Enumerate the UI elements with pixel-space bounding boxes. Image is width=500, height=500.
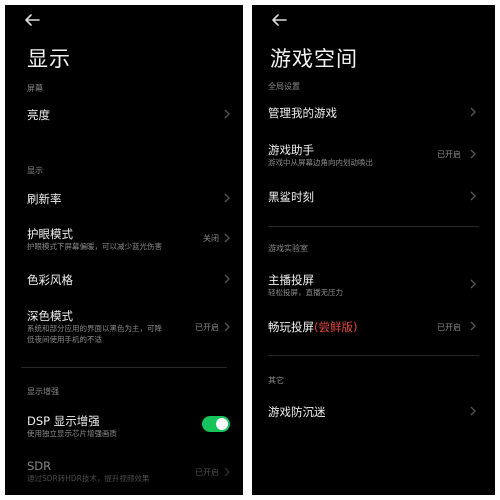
chevron-right-icon [470, 279, 476, 289]
chevron-right-icon [470, 191, 476, 201]
streamer-cast-description: 轻松投屏，直播无压力 [268, 288, 343, 297]
streamer-cast-row[interactable]: 主播投屏 轻松投屏，直播无压力 [252, 269, 495, 299]
screenshot-frame: 显示 屏幕 亮度 显示 刷新率 护眼模式 护眼模式下屏幕偏暖，可以减少蓝光伤害 … [0, 0, 500, 500]
streamer-cast-label: 主播投屏 [268, 273, 314, 287]
refresh-rate-row[interactable]: 刷新率 [5, 187, 243, 209]
manage-games-row[interactable]: 管理我的游戏 [252, 101, 495, 123]
dark-mode-description-line2: 低夜间使用手机的不适 [27, 335, 102, 344]
section-header-enhance: 显示增强 [27, 387, 59, 396]
back-arrow-icon[interactable] [270, 11, 288, 29]
chevron-right-icon [470, 406, 476, 416]
section-divider [268, 355, 479, 356]
sdr-hdr-label: SDR [27, 459, 52, 473]
back-arrow-icon[interactable] [23, 11, 41, 29]
section-header-display: 显示 [27, 166, 43, 175]
eye-protection-status: 关闭 [203, 234, 219, 243]
game-assistant-row[interactable]: 游戏助手 游戏中从屏幕边角向内划动唤出 已开启 [252, 139, 495, 169]
dsp-enhance-toggle[interactable] [202, 416, 230, 432]
game-space-panel: 游戏空间 全局设置 管理我的游戏 游戏助手 游戏中从屏幕边角向内划动唤出 已开启… [252, 5, 495, 495]
chevron-right-icon [224, 233, 230, 243]
play-cast-status: 已开启 [437, 323, 461, 332]
chevron-right-icon [224, 274, 230, 284]
dark-mode-status: 已开启 [195, 323, 219, 332]
dark-mode-description-line1: 系统和部分应用的界面以黑色为主，可降 [27, 324, 162, 333]
dark-mode-label: 深色模式 [27, 309, 73, 323]
chevron-right-icon [470, 321, 476, 331]
page-title: 游戏空间 [270, 47, 358, 71]
anti-addiction-row[interactable]: 游戏防沉迷 [252, 399, 495, 421]
beta-badge: (尝鲜版) [314, 320, 358, 334]
eye-protection-description: 护眼模式下屏幕偏暖，可以减少蓝光伤害 [27, 242, 162, 251]
play-cast-label-group: 畅玩投屏(尝鲜版) [268, 319, 357, 335]
page-title: 显示 [27, 47, 71, 71]
chevron-right-icon [470, 107, 476, 117]
chevron-right-icon [224, 322, 230, 332]
color-style-label: 色彩风格 [27, 273, 73, 287]
chevron-right-icon [224, 109, 230, 119]
toggle-knob [216, 418, 228, 430]
section-header-screen: 屏幕 [27, 84, 43, 93]
eye-protection-row[interactable]: 护眼模式 护眼模式下屏幕偏暖，可以减少蓝光伤害 关闭 [5, 223, 243, 253]
sdr-hdr-description: 通过SDR转HDR技术，提升视频效果 [27, 474, 150, 483]
brightness-row[interactable]: 亮度 [5, 103, 243, 125]
section-divider [21, 367, 227, 368]
manage-games-label: 管理我的游戏 [268, 106, 337, 120]
blackshark-moment-label: 黑鲨时刻 [268, 190, 314, 204]
eye-protection-label: 护眼模式 [27, 227, 73, 241]
chevron-right-icon [224, 193, 230, 203]
dark-mode-row[interactable]: 深色模式 系统和部分应用的界面以黑色为主，可降 低夜间使用手机的不适 已开启 [5, 305, 243, 347]
sdr-hdr-row[interactable]: SDR 通过SDR转HDR技术，提升视频效果 已开启 [5, 457, 243, 487]
chevron-right-icon [470, 149, 476, 159]
color-style-row[interactable]: 色彩风格 [5, 267, 243, 289]
game-assistant-label: 游戏助手 [268, 143, 314, 157]
section-header-global: 全局设置 [268, 82, 300, 91]
anti-addiction-label: 游戏防沉迷 [268, 405, 326, 419]
dsp-enhance-row[interactable]: DSP 显示增强 使用独立显示芯片增强画质 [5, 410, 243, 440]
section-divider [268, 226, 479, 227]
blackshark-moment-row[interactable]: 黑鲨时刻 [252, 185, 495, 207]
dsp-enhance-label: DSP 显示增强 [27, 414, 100, 428]
play-cast-label: 畅玩投屏 [268, 320, 314, 334]
game-assistant-status: 已开启 [437, 150, 461, 159]
refresh-rate-label: 刷新率 [27, 192, 62, 206]
section-header-other: 其它 [268, 376, 284, 385]
chevron-right-icon [224, 467, 230, 477]
game-assistant-description: 游戏中从屏幕边角向内划动唤出 [268, 158, 373, 167]
dsp-enhance-description: 使用独立显示芯片增强画质 [27, 429, 117, 438]
section-header-lab: 游戏实验室 [268, 244, 308, 253]
sdr-hdr-status: 已开启 [195, 468, 219, 477]
brightness-label: 亮度 [27, 108, 50, 122]
display-settings-panel: 显示 屏幕 亮度 显示 刷新率 护眼模式 护眼模式下屏幕偏暖，可以减少蓝光伤害 … [5, 5, 243, 495]
play-cast-row[interactable]: 畅玩投屏(尝鲜版) 已开启 [252, 315, 495, 337]
